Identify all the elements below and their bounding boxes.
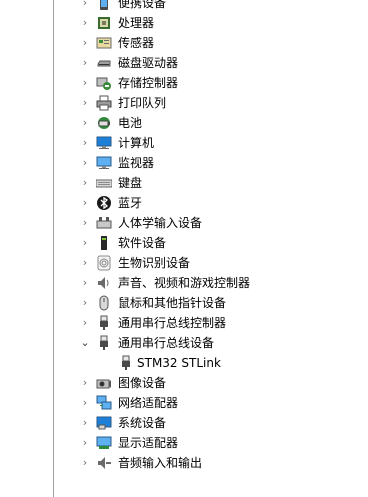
tree-item-label: 计算机 [118, 136, 155, 150]
chevron-right-icon[interactable]: › [80, 0, 90, 13]
tree-item-label: 人体学输入设备 [118, 216, 203, 230]
chevron-right-icon[interactable]: › [80, 153, 90, 173]
tree-category-item[interactable]: › 系统设备 [0, 413, 368, 433]
tree-item-label: 音频输入和输出 [118, 456, 203, 470]
chevron-right-icon[interactable]: › [80, 313, 90, 333]
tree-category-item[interactable]: › 存储控制器 [0, 73, 368, 93]
tree-category-item[interactable]: › 网络适配器 [0, 393, 368, 413]
tree-item-label: 系统设备 [118, 416, 167, 430]
tree-category-item[interactable]: ⌄ 通用串行总线设备 [0, 333, 368, 353]
system-device-icon [96, 415, 112, 431]
tree-item-label: 处理器 [118, 16, 155, 30]
computer-icon [96, 135, 112, 151]
usb-icon [96, 335, 112, 351]
mouse-icon [96, 295, 112, 311]
chevron-right-icon[interactable]: › [80, 133, 90, 153]
tree-item-label: 电池 [118, 116, 143, 130]
chevron-down-icon[interactable]: ⌄ [80, 333, 90, 353]
portable-device-icon [96, 0, 112, 11]
tree-category-item[interactable]: › 通用串行总线控制器 [0, 313, 368, 333]
tree-item-label: 传感器 [118, 36, 155, 50]
device-tree: › 便携设备 › 处理器 › 传感器 › 磁盘驱动器 › 存储控制器 › 打印队列 › 电池 › 计算机 › 监视… [0, 0, 368, 473]
tree-item-label: 便携设备 [118, 0, 167, 10]
chevron-right-icon[interactable]: › [80, 13, 90, 33]
tree-item-label: 图像设备 [118, 376, 167, 390]
tree-item-label: 蓝牙 [118, 196, 143, 210]
speaker-icon [96, 275, 112, 291]
tree-category-item[interactable]: › 打印队列 [0, 93, 368, 113]
camera-icon [96, 375, 112, 391]
storage-controller-icon [96, 75, 112, 91]
chevron-right-icon[interactable]: › [80, 293, 90, 313]
tree-category-item[interactable]: › 处理器 [0, 13, 368, 33]
tree-item-label: 存储控制器 [118, 76, 179, 90]
tree-category-item[interactable]: › 软件设备 [0, 233, 368, 253]
tree-item-label: 声音、视频和游戏控制器 [118, 276, 251, 290]
chevron-right-icon[interactable]: › [80, 433, 90, 453]
processor-icon [96, 15, 112, 31]
monitor-icon [96, 155, 112, 171]
chevron-right-icon[interactable]: › [80, 73, 90, 93]
tree-item-label: 打印队列 [118, 96, 167, 110]
audio-io-icon [96, 455, 112, 471]
tree-category-item[interactable]: › 显示适配器 [0, 433, 368, 453]
tree-child-item[interactable]: STM32 STLink [0, 353, 368, 373]
tree-category-item[interactable]: › 人体学输入设备 [0, 213, 368, 233]
chevron-right-icon[interactable]: › [80, 33, 90, 53]
chevron-right-icon[interactable]: › [80, 273, 90, 293]
chevron-right-icon[interactable]: › [80, 93, 90, 113]
network-adapter-icon [96, 395, 112, 411]
tree-item-label: STM32 STLink [137, 356, 221, 370]
tree-item-label: 通用串行总线设备 [118, 336, 215, 350]
tree-category-item[interactable]: › 电池 [0, 113, 368, 133]
tree-item-label: 磁盘驱动器 [118, 56, 179, 70]
chevron-right-icon[interactable]: › [80, 53, 90, 73]
chevron-right-icon[interactable]: › [80, 233, 90, 253]
tree-item-label: 生物识别设备 [118, 256, 191, 270]
chevron-right-icon[interactable]: › [80, 373, 90, 393]
disk-drive-icon [96, 55, 112, 71]
chevron-right-icon[interactable]: › [80, 453, 90, 473]
tree-item-label: 软件设备 [118, 236, 167, 250]
usb-icon [96, 315, 112, 331]
sensor-icon [96, 35, 112, 51]
usb-icon [118, 355, 134, 371]
tree-item-label: 网络适配器 [118, 396, 179, 410]
tree-item-label: 键盘 [118, 176, 143, 190]
chevron-right-icon[interactable]: › [80, 393, 90, 413]
chevron-right-icon[interactable]: › [80, 253, 90, 273]
tree-item-label: 鼠标和其他指针设备 [118, 296, 227, 310]
bluetooth-icon [96, 195, 112, 211]
tree-category-item[interactable]: › 便携设备 [0, 0, 368, 13]
tree-item-label: 通用串行总线控制器 [118, 316, 227, 330]
tree-category-item[interactable]: › 计算机 [0, 133, 368, 153]
fingerprint-icon [96, 255, 112, 271]
tree-category-item[interactable]: › 监视器 [0, 153, 368, 173]
chevron-right-icon[interactable]: › [80, 213, 90, 233]
tree-category-item[interactable]: › 图像设备 [0, 373, 368, 393]
tree-category-item[interactable]: › 鼠标和其他指针设备 [0, 293, 368, 313]
keyboard-icon [95, 175, 113, 191]
printer-icon [96, 95, 112, 111]
tree-item-label: 显示适配器 [118, 436, 179, 450]
tree-item-label: 监视器 [118, 156, 155, 170]
chevron-right-icon[interactable]: › [80, 173, 90, 193]
chevron-right-icon[interactable]: › [80, 413, 90, 433]
device-manager-window: › 便携设备 › 处理器 › 传感器 › 磁盘驱动器 › 存储控制器 › 打印队列 › 电池 › 计算机 › 监视… [0, 0, 368, 497]
tree-category-item[interactable]: › 生物识别设备 [0, 253, 368, 273]
tree-category-item[interactable]: › 音频输入和输出 [0, 453, 368, 473]
tree-category-item[interactable]: › 磁盘驱动器 [0, 53, 368, 73]
software-device-icon [96, 235, 112, 251]
chevron-right-icon[interactable]: › [80, 113, 90, 133]
tree-category-item[interactable]: › 声音、视频和游戏控制器 [0, 273, 368, 293]
tree-category-item[interactable]: › 蓝牙 [0, 193, 368, 213]
tree-category-item[interactable]: › 传感器 [0, 33, 368, 53]
chevron-right-icon[interactable]: › [80, 193, 90, 213]
battery-icon [96, 115, 112, 131]
tree-category-item[interactable]: › 键盘 [0, 173, 368, 193]
hid-icon [96, 215, 112, 231]
display-adapter-icon [96, 435, 112, 451]
